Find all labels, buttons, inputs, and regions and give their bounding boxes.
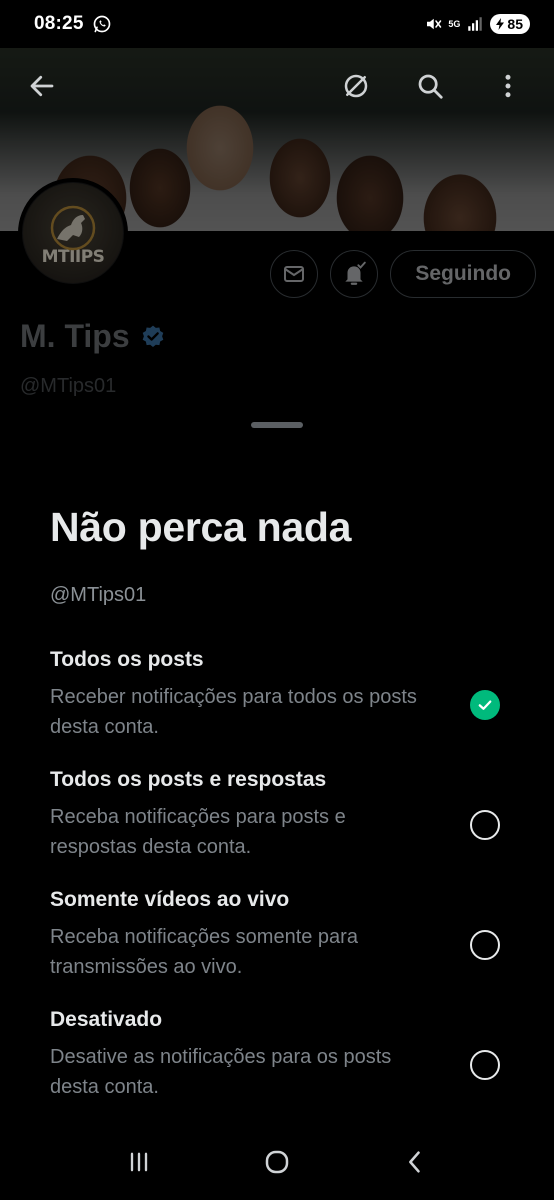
following-button[interactable]: Seguindo <box>390 250 536 298</box>
battery-icon <box>496 18 505 30</box>
profile-name: M. Tips <box>20 318 130 354</box>
option-disabled[interactable]: Desativado Desative as notificações para… <box>50 1008 510 1102</box>
option-title: Todos os posts e respostas <box>50 768 327 791</box>
verified-badge-icon <box>142 325 163 347</box>
search-icon[interactable] <box>414 70 446 102</box>
more-vert-icon[interactable] <box>492 70 524 102</box>
mail-icon <box>284 266 305 282</box>
bell-check-icon <box>345 261 367 285</box>
radio-selected[interactable] <box>470 690 500 720</box>
option-description: Receber notificações para todos os posts… <box>50 686 417 738</box>
option-title: Todos os posts <box>50 648 204 671</box>
sheet-title: Não perca nada <box>50 504 352 550</box>
network-label: 5G <box>448 18 461 29</box>
notifications-button[interactable] <box>330 250 379 298</box>
option-posts-and-replies[interactable]: Todos os posts e respostas Receba notifi… <box>50 768 510 862</box>
home-icon[interactable] <box>257 1142 297 1182</box>
radio-unselected[interactable] <box>470 1050 500 1080</box>
sheet-drag-handle[interactable] <box>251 422 303 428</box>
battery-indicator: 85 <box>490 14 530 34</box>
notification-sheet: Não perca nada @MTips01 Todos os posts R… <box>0 406 554 1200</box>
mute-icon <box>427 18 442 30</box>
profile-actions: Seguindo <box>270 250 536 298</box>
whatsapp-icon <box>93 15 110 33</box>
signal-icon <box>468 17 483 31</box>
status-time: 08:25 <box>34 13 84 34</box>
back-icon[interactable] <box>395 1142 435 1182</box>
system-nav-bar <box>0 1124 554 1200</box>
message-button[interactable] <box>270 250 319 298</box>
option-all-posts[interactable]: Todos os posts Receber notificações para… <box>50 648 510 742</box>
avatar[interactable]: MTIIPS <box>18 178 128 288</box>
status-bar: 08:25 5G 85 <box>0 0 554 48</box>
option-description: Desative as notificações para os posts d… <box>50 1046 392 1098</box>
avatar-logo: MTIIPS <box>23 183 123 283</box>
option-title: Desativado <box>50 1008 163 1031</box>
battery-level: 85 <box>507 16 523 32</box>
profile-handle: @MTips01 <box>20 375 117 397</box>
horse-logo-icon <box>50 205 96 251</box>
recents-icon[interactable] <box>119 1142 159 1182</box>
radio-unselected[interactable] <box>470 810 500 840</box>
option-live-videos[interactable]: Somente vídeos ao vivo Receba notificaçõ… <box>50 888 510 982</box>
option-description: Receba notificações somente para transmi… <box>50 926 358 978</box>
check-icon <box>478 700 492 710</box>
back-arrow-icon[interactable] <box>26 70 58 102</box>
option-title: Somente vídeos ao vivo <box>50 888 290 911</box>
option-description: Receba notificações para posts e respost… <box>50 806 346 858</box>
profile-name-row: M. Tips <box>20 318 166 355</box>
radio-unselected[interactable] <box>470 930 500 960</box>
grok-icon[interactable] <box>340 70 372 102</box>
sheet-handle: @MTips01 <box>50 584 147 606</box>
